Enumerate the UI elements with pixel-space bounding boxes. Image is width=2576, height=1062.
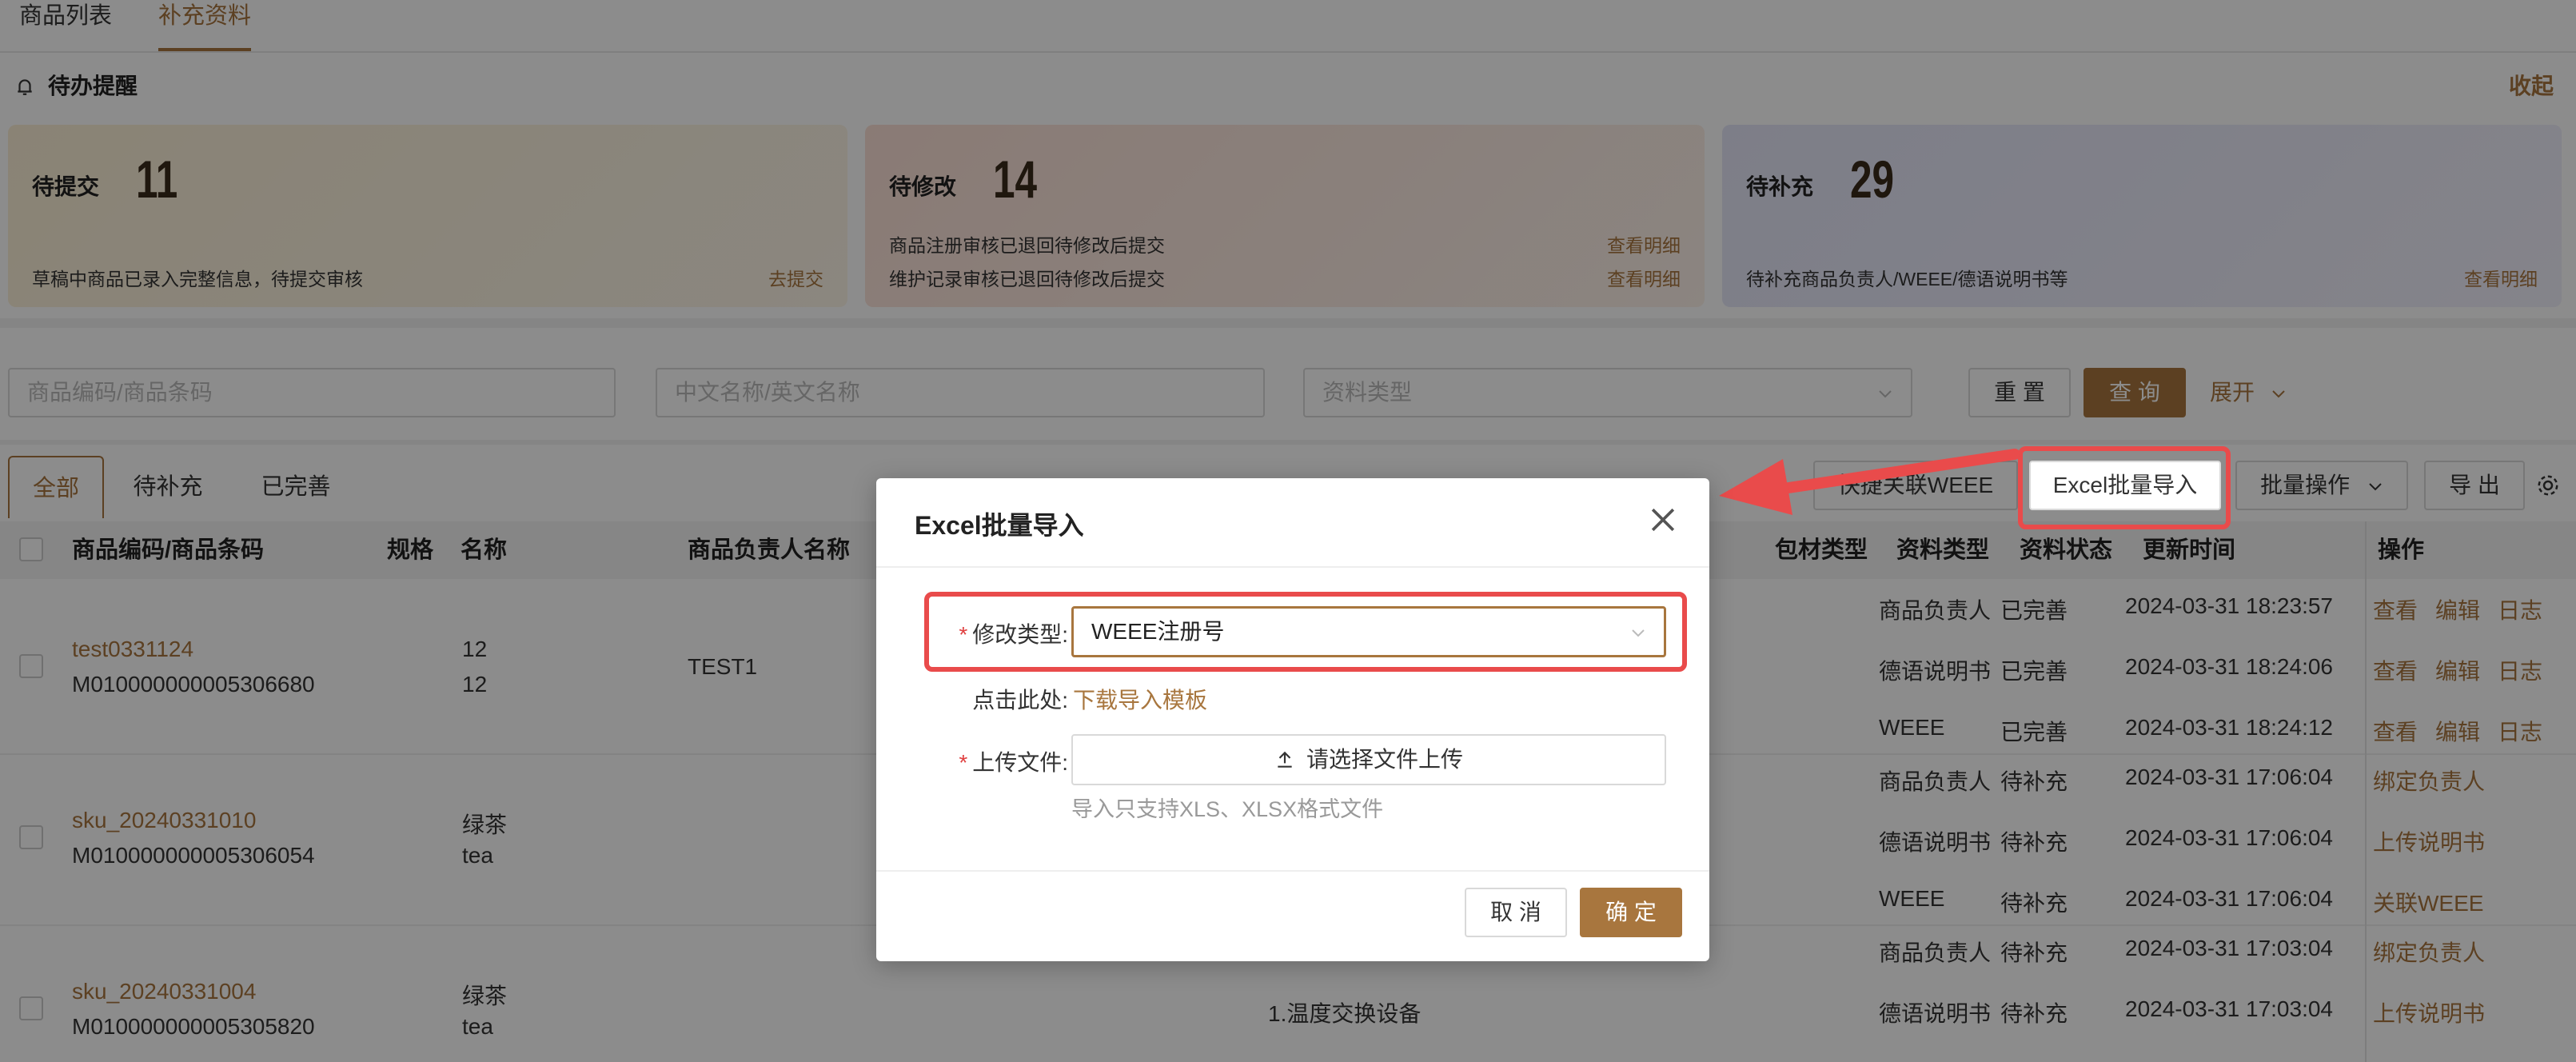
excel-import-button-highlighted[interactable]: Excel批量导入 <box>2029 461 2221 510</box>
confirm-button[interactable]: 确 定 <box>1580 888 1682 937</box>
upload-label: * 上传文件: <box>959 750 1068 775</box>
excel-import-dialog: Excel批量导入 * 修改类型: WEEE注册号 点击此处: 下载导入模板 * 上… <box>876 478 1709 961</box>
close-icon[interactable] <box>1645 502 1681 537</box>
upload-button-label: 请选择文件上传 <box>1306 747 1463 772</box>
upload-icon <box>1278 751 1292 768</box>
dialog-footer-divider <box>876 870 1709 872</box>
dialog-header: Excel批量导入 <box>876 478 1709 568</box>
upload-file-button[interactable]: 请选择文件上传 <box>1071 734 1666 785</box>
highlight-box-select <box>924 592 1687 672</box>
upload-hint: 导入只支持XLS、XLSX格式文件 <box>1071 797 1384 821</box>
cancel-button[interactable]: 取 消 <box>1465 888 1567 937</box>
upload-label-text: 上传文件: <box>972 750 1068 775</box>
pointer-arrow <box>1719 449 2020 515</box>
download-label: 点击此处: <box>972 688 1068 713</box>
dialog-title: Excel批量导入 <box>915 511 1084 540</box>
download-template-link[interactable]: 下载导入模板 <box>1073 683 1207 715</box>
